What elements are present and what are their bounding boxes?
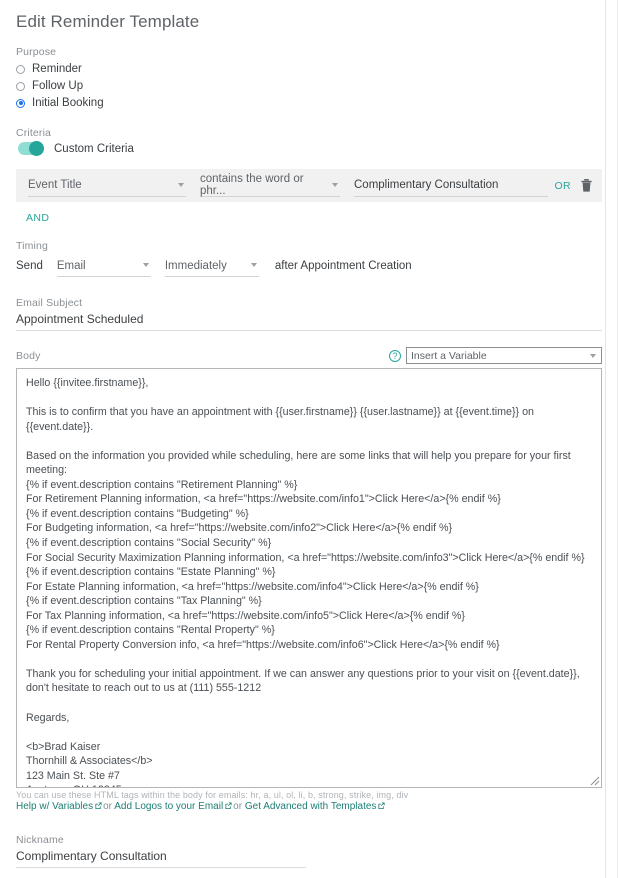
- link-help-with-variables[interactable]: Help w/ Variables: [16, 801, 93, 812]
- resize-handle-icon[interactable]: [590, 776, 600, 786]
- radio-option-reminder[interactable]: Reminder: [16, 61, 602, 77]
- external-link-icon: [378, 802, 385, 809]
- trash-icon: [581, 179, 592, 192]
- links-separator-1: or: [103, 801, 112, 812]
- panel-divider: [605, 0, 606, 878]
- email-subject-label: Email Subject: [16, 297, 83, 309]
- timing-channel-value: Email: [56, 259, 86, 272]
- criteria-label: Criteria: [16, 127, 52, 139]
- radio-icon-reminder[interactable]: [16, 64, 25, 74]
- criteria-rule-row: Event Title contains the word or phr... …: [16, 169, 602, 202]
- radio-option-initial-booking[interactable]: Initial Booking: [16, 95, 602, 111]
- criteria-or-button[interactable]: OR: [554, 180, 571, 192]
- toggle-switch-icon[interactable]: [18, 141, 44, 156]
- question-mark-icon[interactable]: ?: [389, 349, 401, 362]
- timing-channel-select[interactable]: Email: [56, 255, 151, 277]
- criteria-value-text: Complimentary Consultation: [354, 179, 499, 191]
- link-add-logos[interactable]: Add Logos to your Email: [114, 801, 223, 812]
- criteria-operator-select[interactable]: contains the word or phr...: [200, 173, 340, 197]
- radio-label-follow-up: Follow Up: [32, 80, 84, 92]
- body-header: Body ? Insert a Variable: [16, 347, 602, 364]
- body-help-links: Help w/ Variables or Add Logos to your Em…: [16, 801, 602, 812]
- body-textarea-content: Hello {{invitee.firstname}}, This is to …: [26, 377, 585, 787]
- insert-variable-value: Insert a Variable: [411, 349, 487, 362]
- radio-icon-follow-up[interactable]: [16, 81, 25, 91]
- timing-send-label: Send: [16, 260, 43, 272]
- criteria-operator-value: contains the word or phr...: [200, 173, 304, 197]
- body-textarea[interactable]: Hello {{invitee.firstname}}, This is to …: [16, 368, 602, 788]
- purpose-radio-group: Reminder Follow Up Initial Booking: [16, 61, 602, 111]
- page-title: Edit Reminder Template: [16, 12, 200, 31]
- timing-delay-select[interactable]: Immediately: [164, 255, 259, 277]
- radio-icon-initial-booking[interactable]: [16, 98, 25, 108]
- insert-variable-select[interactable]: Insert a Variable: [406, 347, 602, 364]
- criteria-field-select[interactable]: Event Title: [28, 175, 186, 197]
- criteria-field-value: Event Title: [28, 179, 82, 191]
- timing-row: Send Email Immediately after Appointment…: [16, 255, 602, 277]
- custom-criteria-toggle-row[interactable]: Custom Criteria: [18, 141, 602, 156]
- chevron-down-icon: [142, 263, 149, 267]
- criteria-and-button[interactable]: AND: [26, 212, 602, 224]
- chevron-down-icon: [178, 182, 184, 187]
- radio-option-follow-up[interactable]: Follow Up: [16, 78, 602, 94]
- body-html-tags-hint: You can use these HTML tags within the b…: [16, 790, 409, 800]
- edit-reminder-template-page: Edit Reminder Template Purpose Reminder …: [0, 0, 618, 878]
- body-label: Body: [16, 349, 41, 362]
- criteria-value-input[interactable]: Complimentary Consultation: [354, 175, 549, 197]
- chevron-down-icon: [590, 354, 596, 358]
- links-separator-2: or: [233, 801, 243, 812]
- email-subject-input[interactable]: Appointment Scheduled: [16, 312, 602, 331]
- radio-label-initial-booking: Initial Booking: [32, 97, 104, 109]
- insert-variable-group: ? Insert a Variable: [389, 347, 602, 364]
- custom-criteria-label: Custom Criteria: [54, 142, 134, 155]
- timing-label: Timing: [16, 240, 49, 252]
- external-link-icon: [95, 802, 102, 809]
- nickname-label: Nickname: [16, 834, 64, 846]
- delete-criteria-button[interactable]: [581, 179, 592, 192]
- purpose-label: Purpose: [16, 46, 57, 58]
- radio-label-reminder: Reminder: [32, 63, 82, 75]
- chevron-down-icon: [332, 182, 338, 187]
- timing-delay-value: Immediately: [164, 259, 227, 272]
- link-advanced-templates[interactable]: Get Advanced with Templates: [245, 801, 377, 812]
- chevron-down-icon: [250, 263, 257, 267]
- external-link-icon: [225, 802, 232, 809]
- timing-suffix-label: after Appointment Creation: [274, 260, 412, 272]
- nickname-input[interactable]: Complimentary Consultation: [16, 849, 306, 868]
